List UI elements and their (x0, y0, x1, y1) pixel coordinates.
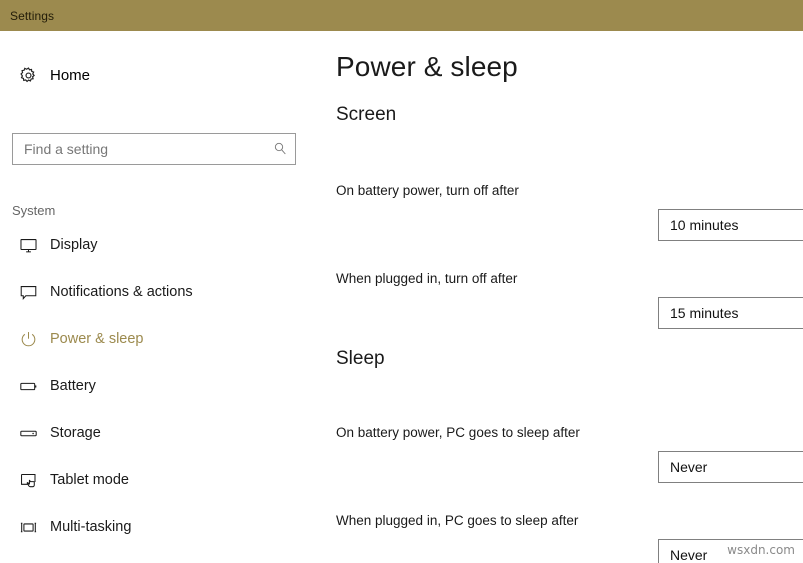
sidebar-item-home[interactable]: Home (0, 57, 300, 93)
search-box[interactable] (12, 133, 296, 165)
title-bar: Settings (0, 0, 803, 31)
section-title: Screen (336, 104, 397, 125)
sidebar-item-tablet-mode[interactable]: Tablet mode (0, 466, 320, 494)
window-title: Settings (10, 8, 55, 23)
power-icon (8, 330, 48, 349)
battery-icon (8, 377, 48, 396)
drive-icon (8, 424, 48, 443)
dropdown-value: Never (670, 459, 708, 475)
sidebar-item-label: Battery (50, 378, 96, 394)
field-label-sleep-plugged: When plugged in, PC goes to sleep after (336, 513, 579, 528)
tablet-hand-icon (8, 471, 48, 490)
sidebar-item-label: Multi-tasking (50, 519, 132, 535)
dropdown-value: Never (670, 547, 708, 563)
section-sleep-heading: Sleep (336, 348, 385, 370)
dropdown-screen-plugged[interactable]: 15 minutes (658, 297, 803, 329)
page-title: Power & sleep (336, 51, 518, 82)
main-content: Power & sleep Screen On battery power, t… (320, 31, 803, 563)
sidebar-item-label: Storage (50, 425, 101, 441)
sidebar-item-label: Notifications & actions (50, 284, 193, 300)
watermark: wsxdn.com (727, 543, 795, 557)
field-label-sleep-battery: On battery power, PC goes to sleep after (336, 425, 580, 440)
multitask-icon (8, 518, 48, 537)
search-icon[interactable] (265, 141, 295, 157)
gear-icon (8, 66, 48, 85)
search-input[interactable] (13, 134, 265, 164)
sidebar-item-notifications[interactable]: Notifications & actions (0, 278, 320, 306)
dropdown-sleep-battery[interactable]: Never (658, 451, 803, 483)
dropdown-value: 10 minutes (670, 217, 739, 233)
sidebar-item-storage[interactable]: Storage (0, 419, 320, 447)
sidebar-item-display[interactable]: Display (0, 231, 320, 259)
sidebar-item-label: Power & sleep (50, 331, 144, 347)
dropdown-screen-battery[interactable]: 10 minutes (658, 209, 803, 241)
settings-window: Settings Home System (0, 0, 803, 563)
home-label: Home (50, 66, 91, 84)
monitor-icon (8, 236, 48, 255)
sidebar: Home System Displ (0, 31, 320, 563)
sidebar-group-label: System (12, 203, 56, 218)
dropdown-value: 15 minutes (670, 305, 739, 321)
sidebar-nav: Display Notifications & actions Power & … (0, 231, 320, 563)
section-screen-heading: Screen (336, 104, 396, 126)
sidebar-item-label: Display (50, 237, 98, 253)
speech-bubble-icon (8, 283, 48, 302)
sidebar-item-multi-tasking[interactable]: Multi-tasking (0, 513, 320, 541)
sidebar-item-power-and-sleep[interactable]: Power & sleep (0, 325, 320, 353)
field-label-screen-plugged: When plugged in, turn off after (336, 271, 518, 286)
field-label-screen-battery: On battery power, turn off after (336, 183, 519, 198)
sidebar-item-battery[interactable]: Battery (0, 372, 320, 400)
section-title: Sleep (336, 348, 385, 369)
sidebar-item-label: Tablet mode (50, 472, 129, 488)
